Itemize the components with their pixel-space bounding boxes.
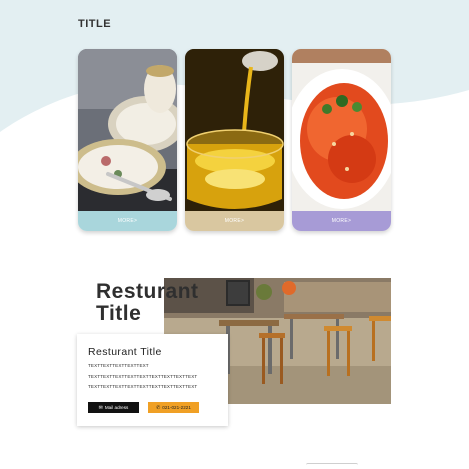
menu-card-teacup[interactable]: MORE> xyxy=(78,49,177,231)
more-button[interactable]: MORE> xyxy=(292,211,391,231)
page-title: TITLE xyxy=(78,18,112,30)
porcelain-teacup-photo xyxy=(78,49,177,211)
more-button[interactable]: MORE> xyxy=(78,211,177,231)
restaurant-heading-line2: Title xyxy=(96,302,142,325)
phone-number-label: 021-021-2221 xyxy=(162,405,191,410)
phone-icon: ✆ xyxy=(156,404,161,411)
olive-oil-pour-photo xyxy=(185,49,284,211)
next-section-edge xyxy=(306,463,358,469)
restaurant-heading-line1: Resturant xyxy=(96,280,199,303)
phone-number-button[interactable]: ✆ 021-021-2221 xyxy=(148,402,199,413)
restaurant-heading: Resturant Title xyxy=(96,281,199,325)
menu-card-olive-oil[interactable]: MORE> xyxy=(185,49,284,231)
menu-card-pasta[interactable]: MORE> xyxy=(292,49,391,231)
restaurant-card-title: Resturant Title xyxy=(88,346,162,358)
pasta-dish-photo xyxy=(292,49,391,211)
mail-address-button[interactable]: ✉ Mail adress xyxy=(88,402,139,413)
restaurant-text-line: TEXTTEXTTEXTTEXTTEXT xyxy=(88,363,149,368)
envelope-icon: ✉ xyxy=(98,404,103,411)
more-button[interactable]: MORE> xyxy=(185,211,284,231)
restaurant-text-line: TEXTTEXTTEXTTEXTTEXTTEXTTEXTTEXTTEXT xyxy=(88,384,198,389)
restaurant-text-line: TEXTTEXTTEXTTEXTTEXTTEXTTEXTTEXTTEXT xyxy=(88,374,198,379)
restaurant-info-card: Resturant Title TEXTTEXTTEXTTEXTTEXT TEX… xyxy=(77,334,228,426)
mail-address-label: Mail adress xyxy=(104,405,129,410)
